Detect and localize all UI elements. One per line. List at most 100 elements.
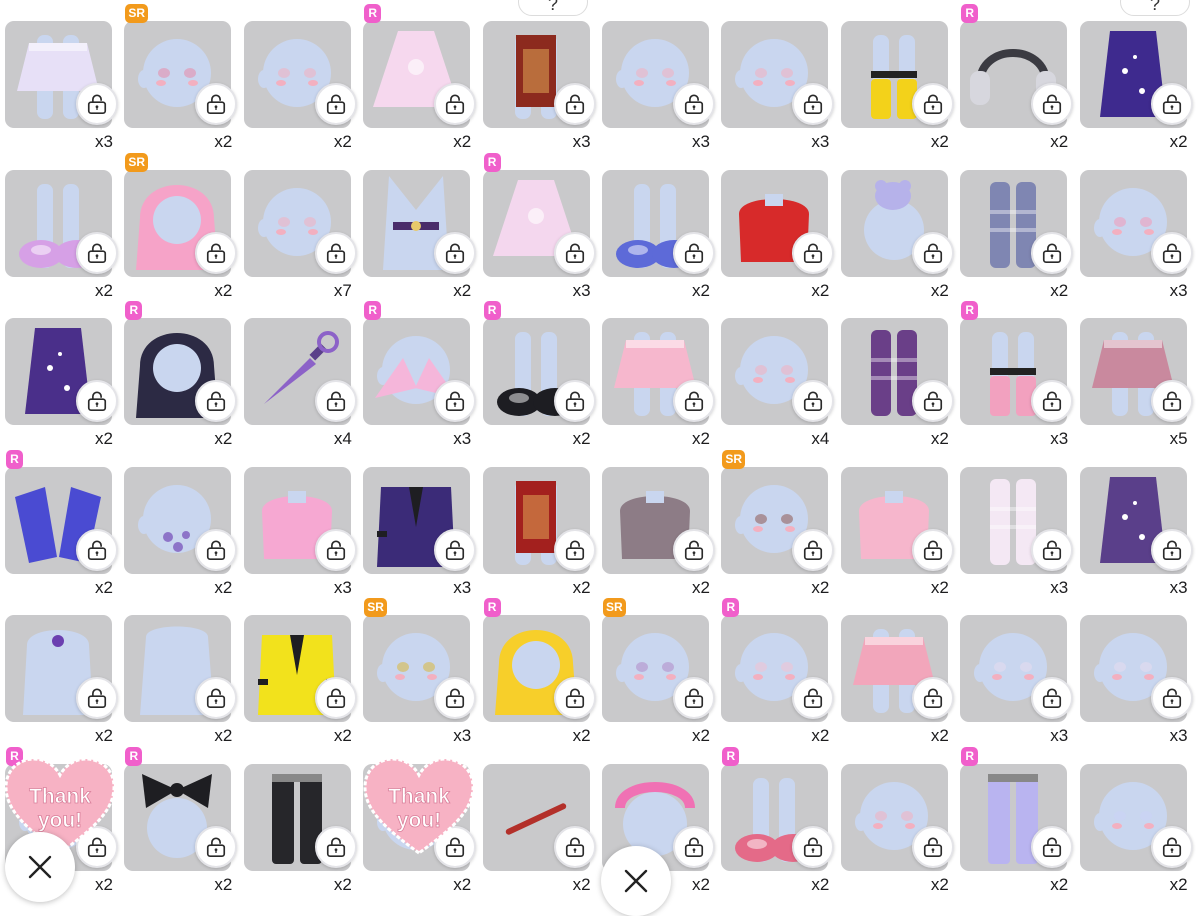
inventory-item[interactable]: x4 <box>239 297 359 448</box>
help-button[interactable]: ? <box>1120 0 1190 16</box>
inventory-item[interactable]: x3 <box>0 0 120 151</box>
inventory-item[interactable]: x2 <box>0 149 120 299</box>
lock-button[interactable] <box>1150 825 1193 868</box>
inventory-item[interactable]: x2 <box>0 297 120 448</box>
lock-button[interactable] <box>553 231 596 274</box>
inventory-item[interactable]: SR x2 <box>119 149 239 299</box>
lock-button[interactable] <box>1031 231 1074 274</box>
lock-button[interactable] <box>434 83 477 125</box>
lock-button[interactable] <box>314 231 357 274</box>
inventory-item[interactable]: x3 <box>358 446 478 596</box>
inventory-item[interactable]: Rx3 <box>478 149 598 299</box>
inventory-item[interactable]: Rx2 <box>358 0 478 151</box>
inventory-item[interactable]: x2 <box>955 149 1075 299</box>
inventory-item[interactable]: x3 <box>478 0 598 151</box>
lock-button[interactable] <box>195 528 238 571</box>
inventory-item[interactable]: Rx2 <box>955 743 1075 893</box>
lock-button[interactable] <box>1031 677 1074 719</box>
lock-button[interactable] <box>314 677 357 719</box>
inventory-item[interactable]: SR x2 <box>119 0 239 151</box>
lock-button[interactable] <box>792 528 835 571</box>
inventory-item[interactable]: x2 <box>836 297 956 448</box>
lock-button[interactable] <box>434 231 477 274</box>
lock-button[interactable] <box>76 528 118 571</box>
inventory-item[interactable]: SR x2 <box>597 594 717 745</box>
inventory-item[interactable]: SR x3 <box>358 594 478 745</box>
inventory-item[interactable]: x2 <box>0 594 120 745</box>
lock-button[interactable] <box>553 528 596 571</box>
inventory-item[interactable]: x2 <box>836 743 956 893</box>
lock-button[interactable] <box>673 231 715 274</box>
inventory-item[interactable]: x2 <box>836 0 956 151</box>
lock-button[interactable] <box>792 231 835 274</box>
inventory-item[interactable]: x4 <box>716 297 836 448</box>
lock-button[interactable] <box>314 825 357 868</box>
inventory-item[interactable]: x2 <box>239 743 359 893</box>
inventory-item[interactable]: Rx2 <box>716 594 836 745</box>
lock-button[interactable] <box>673 380 715 422</box>
lock-button[interactable] <box>911 83 954 125</box>
inventory-item[interactable]: Rx2 <box>716 743 836 893</box>
lock-button[interactable] <box>1150 231 1193 274</box>
inventory-item[interactable]: SR x2 <box>716 446 836 596</box>
inventory-item[interactable]: x3 <box>716 0 836 151</box>
inventory-item[interactable]: x2 <box>597 149 717 299</box>
lock-button[interactable] <box>76 677 118 719</box>
inventory-item[interactable]: x2 <box>836 446 956 596</box>
inventory-item[interactable]: x3 <box>955 594 1075 745</box>
inventory-item[interactable]: x7 <box>239 149 359 299</box>
lock-button[interactable] <box>553 825 596 868</box>
lock-button[interactable] <box>76 231 118 274</box>
lock-button[interactable] <box>911 825 954 868</box>
inventory-item[interactable]: x2 <box>597 297 717 448</box>
close-button[interactable] <box>601 846 671 916</box>
lock-button[interactable] <box>792 825 835 868</box>
lock-button[interactable] <box>1150 83 1193 125</box>
lock-button[interactable] <box>673 677 715 719</box>
inventory-item[interactable]: x3 <box>955 446 1075 596</box>
inventory-item[interactable]: x2 <box>478 743 598 893</box>
inventory-item[interactable]: Rx2 <box>478 594 598 745</box>
inventory-item[interactable]: x3 <box>1075 149 1195 299</box>
lock-button[interactable] <box>434 380 477 422</box>
lock-button[interactable] <box>553 677 596 719</box>
inventory-item[interactable]: Rx2 <box>119 743 239 893</box>
lock-button[interactable] <box>673 83 715 125</box>
inventory-item[interactable]: Rx2 <box>478 297 598 448</box>
inventory-item[interactable]: x2 <box>478 446 598 596</box>
lock-button[interactable] <box>1031 83 1074 125</box>
inventory-item[interactable]: x3 <box>239 446 359 596</box>
inventory-item[interactable]: x5 <box>1075 297 1195 448</box>
lock-button[interactable] <box>195 825 238 868</box>
inventory-item[interactable]: x3 <box>1075 446 1195 596</box>
lock-button[interactable] <box>1150 677 1193 719</box>
lock-button[interactable] <box>76 380 118 422</box>
lock-button[interactable] <box>314 380 357 422</box>
lock-button[interactable] <box>314 83 357 125</box>
inventory-item[interactable]: x2 <box>358 149 478 299</box>
lock-button[interactable] <box>195 231 238 274</box>
inventory-item[interactable]: Rx2 <box>119 297 239 448</box>
inventory-item[interactable]: x2 <box>716 149 836 299</box>
inventory-item[interactable]: x2 <box>836 594 956 745</box>
inventory-item[interactable]: Rx3 <box>358 297 478 448</box>
lock-button[interactable] <box>1150 380 1193 422</box>
lock-button[interactable] <box>673 825 715 868</box>
inventory-item[interactable]: Rx3 <box>955 297 1075 448</box>
lock-button[interactable] <box>911 380 954 422</box>
inventory-item[interactable]: x3 <box>597 0 717 151</box>
inventory-item[interactable]: x2 <box>1075 0 1195 151</box>
inventory-item[interactable]: x2 <box>119 446 239 596</box>
lock-button[interactable] <box>76 83 118 125</box>
inventory-item[interactable]: x2 <box>597 446 717 596</box>
lock-button[interactable] <box>911 528 954 571</box>
inventory-item[interactable]: x2 <box>239 0 359 151</box>
lock-button[interactable] <box>673 528 715 571</box>
inventory-item[interactable]: x2 <box>119 594 239 745</box>
lock-button[interactable] <box>434 528 477 571</box>
inventory-item[interactable]: Rx2 <box>955 0 1075 151</box>
inventory-item[interactable]: x2 <box>239 594 359 745</box>
lock-button[interactable] <box>911 231 954 274</box>
lock-button[interactable] <box>434 677 477 719</box>
lock-button[interactable] <box>553 83 596 125</box>
